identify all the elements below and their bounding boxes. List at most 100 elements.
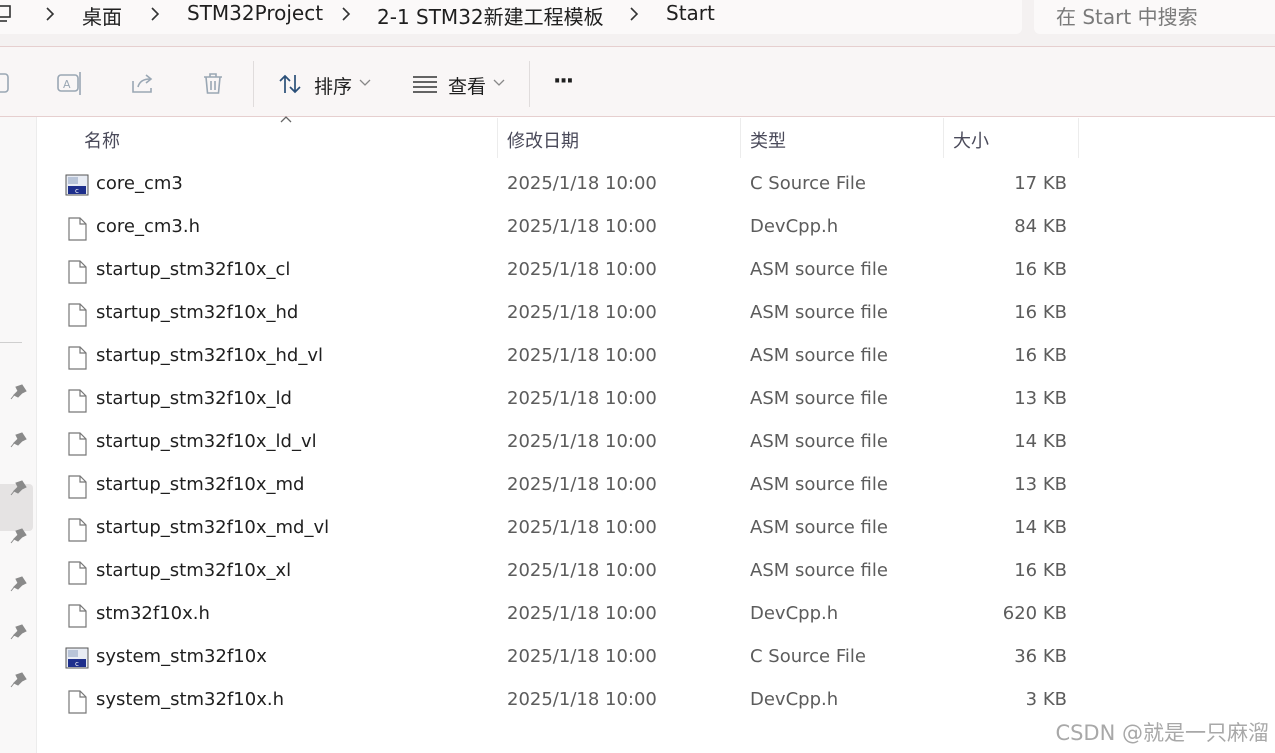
file-row[interactable]: startup_stm32f10x_xl 2025/1/18 10:00 ASM s… [37,552,1275,595]
file-size: 16 KB [1014,259,1067,280]
pin-icon[interactable] [8,381,30,403]
file-date: 2025/1/18 10:00 [507,517,657,538]
file-name[interactable]: core_cm3.h [96,216,200,237]
more-options-button[interactable]: ··· [553,69,574,94]
file-type: DevCpp.h [750,603,839,624]
file-type: C Source File [750,646,866,667]
file-row[interactable]: startup_stm32f10x_hd_vl 2025/1/18 10:00 AS… [37,337,1275,380]
chevron-right-icon[interactable] [624,2,644,26]
file-row[interactable]: startup_stm32f10x_hd 2025/1/18 10:00 ASM s… [37,294,1275,337]
title-bar: 桌面 STM32Project 2-1 STM32新建工程模板 Start 在 … [0,0,1275,46]
pin-icon[interactable] [8,477,30,499]
file-date: 2025/1/18 10:00 [507,302,657,323]
column-divider[interactable] [497,118,498,158]
address-bar[interactable]: 桌面 STM32Project 2-1 STM32新建工程模板 Start [0,0,1022,34]
file-name[interactable]: startup_stm32f10x_hd [96,302,298,323]
chevron-down-icon[interactable] [359,79,371,87]
file-type: ASM source file [750,388,888,409]
file-size: 620 KB [1002,603,1067,624]
file-icon [65,216,89,242]
divider [0,116,1275,117]
column-header-type[interactable]: 类型 [750,127,786,167]
copy-icon[interactable] [0,71,12,97]
rename-icon[interactable]: A [56,71,84,97]
breadcrumb-template-folder[interactable]: 2-1 STM32新建工程模板 [377,1,604,30]
chevron-right-icon[interactable] [336,2,356,26]
file-type: ASM source file [750,560,888,581]
column-header-size[interactable]: 大小 [953,127,989,167]
pin-icon[interactable] [8,573,30,595]
sort-icon[interactable] [278,73,304,95]
file-row[interactable]: c core_cm3 2025/1/18 10:00 C Source File 17 … [37,165,1275,208]
file-name[interactable]: startup_stm32f10x_ld_vl [96,431,317,452]
file-name[interactable]: startup_stm32f10x_xl [96,560,291,581]
column-header-name[interactable]: 名称 [84,127,120,167]
breadcrumb-stm32project[interactable]: STM32Project [187,1,323,25]
file-name[interactable]: startup_stm32f10x_ld [96,388,292,409]
file-row[interactable]: startup_stm32f10x_md 2025/1/18 10:00 ASM s… [37,466,1275,509]
file-row[interactable]: startup_stm32f10x_cl 2025/1/18 10:00 ASM s… [37,251,1275,294]
file-icon [65,302,89,328]
file-icon [65,388,89,414]
file-icon [65,560,89,586]
search-box[interactable]: 在 Start 中搜索 [1034,0,1275,34]
file-date: 2025/1/18 10:00 [507,345,657,366]
file-name[interactable]: core_cm3 [96,173,183,194]
watermark: CSDN @就是一只麻溜 [1055,721,1269,745]
file-name[interactable]: startup_stm32f10x_cl [96,259,290,280]
file-row[interactable]: stm32f10x.h 2025/1/18 10:00 DevCpp.h 620 KB [37,595,1275,638]
file-type: C Source File [750,173,866,194]
file-date: 2025/1/18 10:00 [507,431,657,452]
file-icon [65,603,89,629]
file-type: ASM source file [750,474,888,495]
sort-button[interactable]: 排序 [314,72,352,99]
svg-text:c: c [75,187,79,195]
share-icon[interactable] [129,71,157,97]
view-button[interactable]: 查看 [448,72,486,99]
file-date: 2025/1/18 10:00 [507,603,657,624]
file-row[interactable]: startup_stm32f10x_ld 2025/1/18 10:00 ASM s… [37,380,1275,423]
file-type: ASM source file [750,345,888,366]
file-icon [65,517,89,543]
view-icon[interactable] [412,75,438,93]
column-divider[interactable] [740,118,741,158]
breadcrumb-start[interactable]: Start [666,1,715,25]
file-date: 2025/1/18 10:00 [507,216,657,237]
chevron-right-icon[interactable] [40,2,60,26]
file-name[interactable]: stm32f10x.h [96,603,210,624]
svg-text:c: c [75,660,79,668]
breadcrumb-desktop[interactable]: 桌面 [82,1,122,30]
c-source-icon: c [65,646,89,672]
file-row[interactable]: core_cm3.h 2025/1/18 10:00 DevCpp.h 84 KB [37,208,1275,251]
file-size: 84 KB [1014,216,1067,237]
file-type: ASM source file [750,259,888,280]
search-input[interactable]: 在 Start 中搜索 [1056,1,1198,30]
pin-icon[interactable] [8,621,30,643]
delete-icon[interactable] [201,71,227,97]
pin-icon[interactable] [8,669,30,691]
chevron-down-icon[interactable] [493,79,505,87]
computer-icon [0,5,11,22]
toolbar-divider [529,61,530,107]
column-header-date[interactable]: 修改日期 [507,127,579,167]
sort-indicator-icon [280,116,292,123]
file-name[interactable]: system_stm32f10x [96,646,267,667]
file-name[interactable]: startup_stm32f10x_md_vl [96,517,329,538]
file-name[interactable]: startup_stm32f10x_hd_vl [96,345,323,366]
file-size: 16 KB [1014,345,1067,366]
column-divider[interactable] [1078,118,1079,158]
file-name[interactable]: system_stm32f10x.h [96,689,284,710]
pin-icon[interactable] [8,525,30,547]
pin-icon[interactable] [8,429,30,451]
file-row[interactable]: c system_stm32f10x 2025/1/18 10:00 C Source… [37,638,1275,681]
file-row[interactable]: startup_stm32f10x_md_vl 2025/1/18 10:00 AS… [37,509,1275,552]
column-divider[interactable] [943,118,944,158]
file-icon [65,345,89,371]
chevron-right-icon[interactable] [145,2,165,26]
file-type: DevCpp.h [750,216,839,237]
file-type: DevCpp.h [750,689,839,710]
file-name[interactable]: startup_stm32f10x_md [96,474,305,495]
file-date: 2025/1/18 10:00 [507,689,657,710]
file-row[interactable]: startup_stm32f10x_ld_vl 2025/1/18 10:00 AS… [37,423,1275,466]
file-icon [65,474,89,500]
